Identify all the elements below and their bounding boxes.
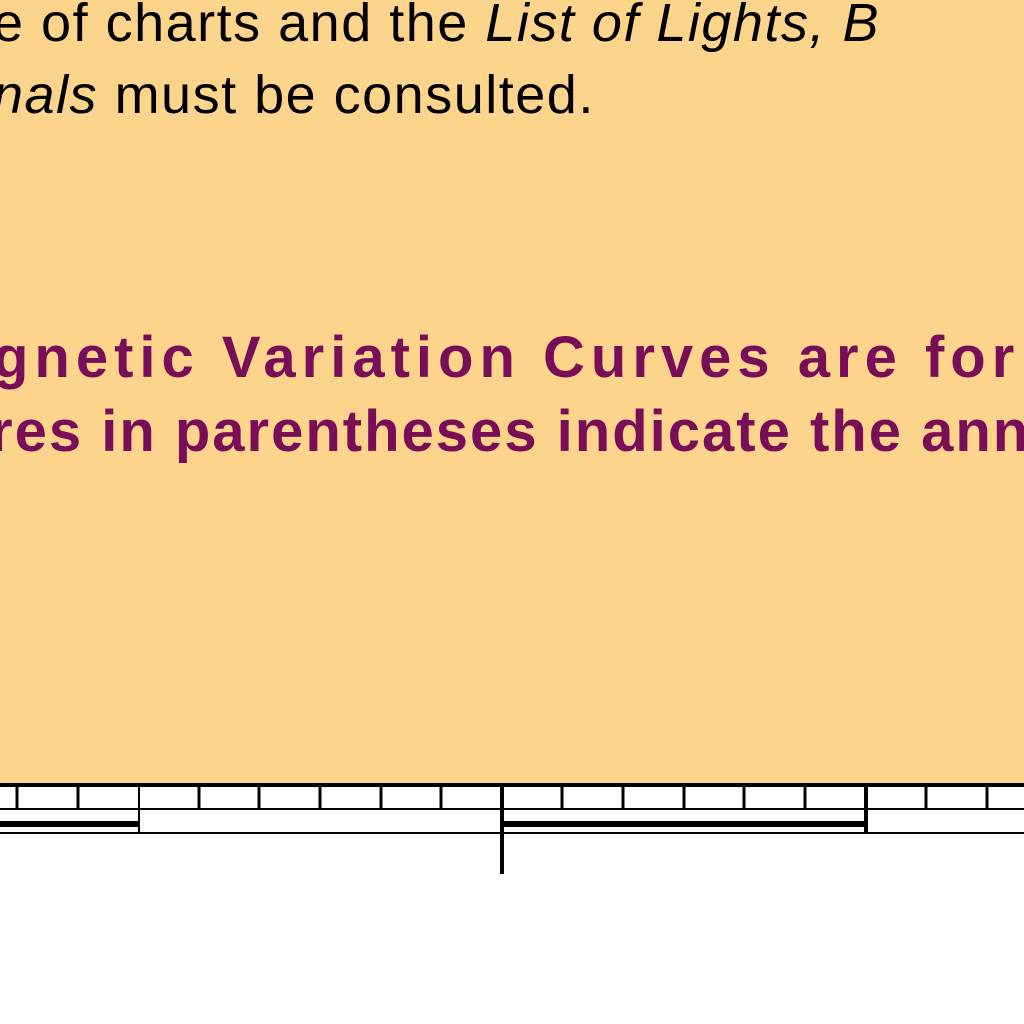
chart-sheet: e of charts and the List of Lights, B na… [0,0,1024,1024]
chart-border-scale [0,783,1024,874]
